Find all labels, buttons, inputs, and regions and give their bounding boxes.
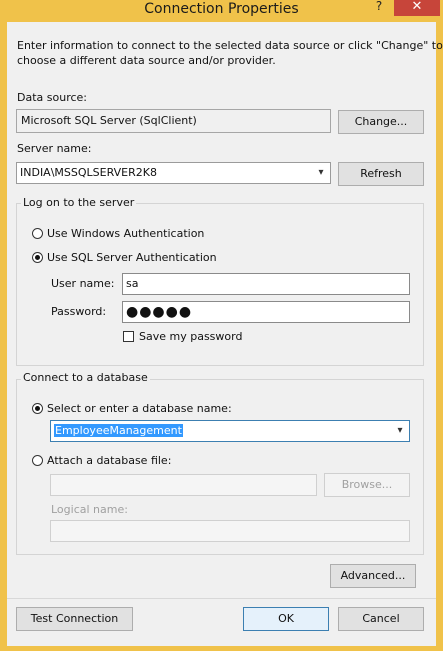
server-name-value: INDIA\MSSQLSERVER2K8: [20, 166, 157, 179]
ok-button[interactable]: OK: [243, 607, 329, 631]
attach-db-label[interactable]: Attach a database file:: [47, 454, 171, 468]
advanced-button[interactable]: Advanced...: [330, 564, 416, 588]
dialog-body: Enter information to connect to the sele…: [7, 22, 443, 646]
chevron-down-icon[interactable]: ▾: [394, 421, 406, 441]
sql-auth-label[interactable]: Use SQL Server Authentication: [47, 251, 217, 265]
windows-auth-radio[interactable]: [32, 228, 43, 239]
logical-name-label: Logical name:: [51, 503, 128, 516]
database-legend: Connect to a database: [21, 371, 150, 385]
server-name-label: Server name:: [17, 142, 92, 155]
close-icon: ✕: [411, 0, 423, 14]
db-name-value: EmployeeManagement: [54, 424, 183, 437]
username-label: User name:: [51, 277, 115, 290]
save-password-checkbox[interactable]: [123, 331, 134, 342]
windows-auth-label[interactable]: Use Windows Authentication: [47, 227, 204, 241]
title-bar[interactable]: Connection Properties ? ✕: [0, 0, 443, 20]
password-mask: ●●●●●: [126, 304, 193, 320]
intro-line-2: choose a different data source and/or pr…: [17, 54, 276, 67]
footer-divider: [7, 598, 436, 599]
select-db-label[interactable]: Select or enter a database name:: [47, 402, 232, 416]
change-button[interactable]: Change...: [338, 110, 424, 134]
cancel-button[interactable]: Cancel: [338, 607, 424, 631]
datasource-value: Microsoft SQL Server (SqlClient): [16, 109, 331, 133]
logon-legend: Log on to the server: [21, 196, 137, 210]
password-input[interactable]: ●●●●●: [122, 301, 410, 323]
password-label: Password:: [51, 305, 107, 318]
sql-auth-radio[interactable]: [32, 252, 43, 263]
save-password-label[interactable]: Save my password: [139, 330, 242, 344]
test-connection-button[interactable]: Test Connection: [16, 607, 133, 631]
db-name-combo[interactable]: EmployeeManagement ▾: [50, 420, 410, 442]
username-input[interactable]: sa: [122, 273, 410, 295]
attach-file-input[interactable]: [50, 474, 317, 496]
logical-name-input[interactable]: [50, 520, 410, 542]
close-button[interactable]: ✕: [394, 0, 440, 16]
help-icon[interactable]: ?: [372, 0, 386, 14]
connection-properties-dialog: Connection Properties ? ✕ Enter informat…: [0, 0, 443, 651]
datasource-label: Data source:: [17, 91, 87, 104]
refresh-button[interactable]: Refresh: [338, 162, 424, 186]
select-db-radio[interactable]: [32, 403, 43, 414]
browse-button[interactable]: Browse...: [324, 473, 410, 497]
intro-line-1: Enter information to connect to the sele…: [17, 39, 443, 52]
chevron-down-icon[interactable]: ▾: [315, 163, 327, 183]
attach-db-radio[interactable]: [32, 455, 43, 466]
server-name-combo[interactable]: INDIA\MSSQLSERVER2K8 ▾: [16, 162, 331, 184]
